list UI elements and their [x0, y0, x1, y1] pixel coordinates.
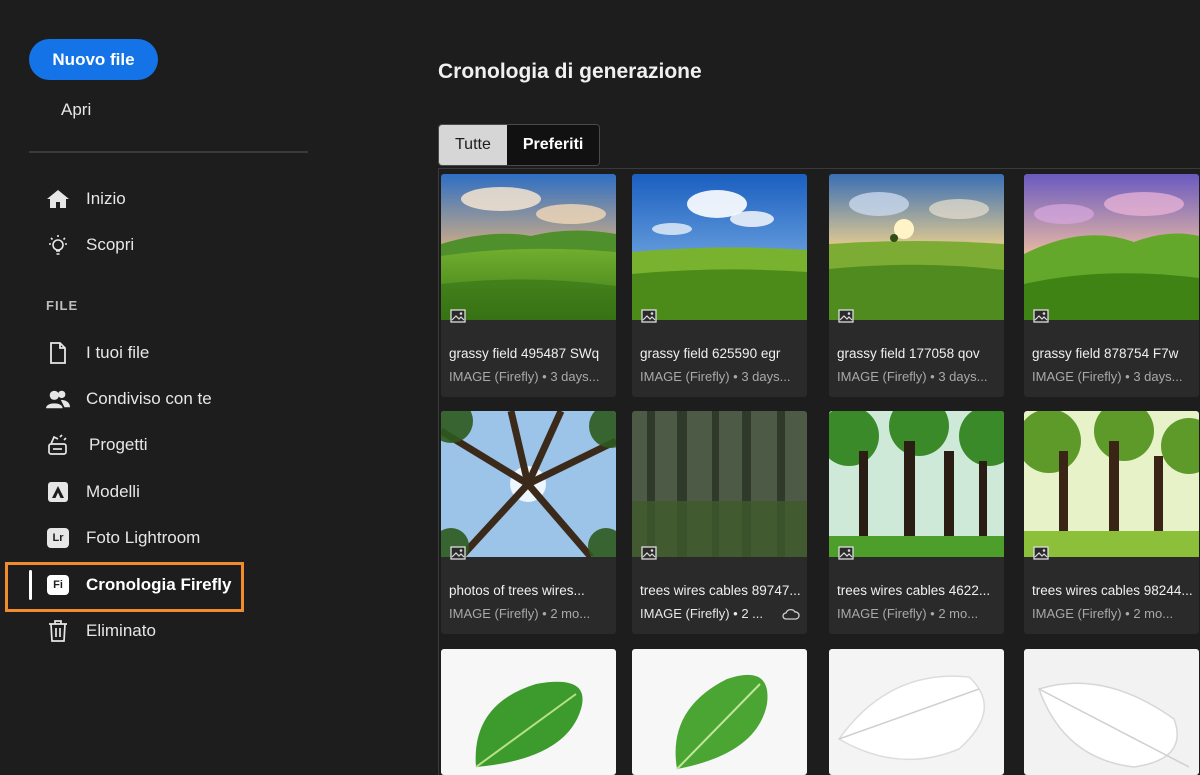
card-meta: IMAGE (Firefly) • 2 ...	[640, 606, 764, 621]
card-meta: IMAGE (Firefly) • 2 mo...	[1032, 606, 1174, 621]
card-title: photos of trees wires...	[449, 583, 585, 598]
card-meta: IMAGE (Firefly) • 2 mo...	[837, 606, 979, 621]
thumbnail-leaf	[441, 649, 616, 775]
image-type-icon	[450, 309, 466, 323]
sidebar-item-shared[interactable]: Condiviso con te	[46, 384, 212, 414]
history-card[interactable]: trees wires cables 4622... IMAGE (Firefl…	[829, 411, 1004, 634]
home-icon	[46, 187, 70, 211]
history-card[interactable]	[829, 649, 1004, 775]
open-link[interactable]: Apri	[61, 100, 91, 120]
sidebar-item-label: Condiviso con te	[86, 389, 212, 408]
card-meta: IMAGE (Firefly) • 3 days...	[837, 369, 987, 384]
card-title: grassy field 625590 egr	[640, 346, 781, 361]
sidebar-divider	[29, 151, 308, 153]
thumbnail-leaf	[1024, 649, 1199, 775]
projects-icon	[46, 433, 70, 457]
card-meta: IMAGE (Firefly) • 3 days...	[449, 369, 599, 384]
file-icon	[46, 341, 70, 365]
history-card[interactable]: trees wires cables 89747... IMAGE (Firef…	[632, 411, 807, 634]
tab-all[interactable]: Tutte	[439, 125, 507, 165]
history-card[interactable]	[1024, 649, 1199, 775]
card-title: grassy field 495487 SWq	[449, 346, 600, 361]
sidebar-item-firefly-history[interactable]: Fi Cronologia Firefly	[46, 570, 231, 600]
image-type-icon	[450, 546, 466, 560]
sidebar-item-discover[interactable]: Scopri	[46, 230, 134, 260]
sidebar-item-label: I tuoi file	[86, 343, 150, 362]
trash-icon	[46, 619, 70, 643]
thumbnail-field	[632, 174, 807, 320]
history-card[interactable]	[441, 649, 616, 775]
card-meta: IMAGE (Firefly) • 2 mo...	[449, 606, 591, 621]
sidebar-item-label: Cronologia Firefly	[86, 575, 232, 594]
sidebar-item-deleted[interactable]: Eliminato	[46, 616, 156, 646]
card-title: grassy field 177058 qov	[837, 346, 980, 361]
history-card[interactable]: photos of trees wires... IMAGE (Firefly)…	[441, 411, 616, 634]
lightbulb-icon	[46, 233, 70, 257]
image-type-icon	[1033, 309, 1049, 323]
image-type-icon	[838, 546, 854, 560]
sidebar-item-label: Progetti	[89, 435, 148, 454]
sidebar-item-label: Inizio	[86, 189, 126, 208]
sidebar-item-label: Scopri	[86, 235, 135, 254]
sidebar-item-label: Modelli	[86, 482, 140, 501]
templates-icon	[46, 480, 70, 504]
thumbnail-field	[441, 174, 616, 320]
thumbnail-trees	[829, 411, 1004, 557]
lightroom-badge: Lr	[47, 528, 69, 548]
thumbnail-trees	[1024, 411, 1199, 557]
thumbnail-leaf	[632, 649, 807, 775]
card-title: grassy field 878754 F7w	[1032, 346, 1179, 361]
cloud-sync-icon	[782, 608, 800, 620]
history-card[interactable]: grassy field 495487 SWq IMAGE (Firefly) …	[441, 174, 616, 397]
filter-tabs: Tutte Preferiti	[438, 124, 601, 166]
sidebar-item-label: Foto Lightroom	[86, 528, 201, 547]
card-meta: IMAGE (Firefly) • 3 days...	[1032, 369, 1182, 384]
history-card[interactable]: grassy field 625590 egr IMAGE (Firefly) …	[632, 174, 807, 397]
thumbnail-trees	[441, 411, 616, 557]
history-card[interactable]: grassy field 878754 F7w IMAGE (Firefly) …	[1024, 174, 1199, 397]
card-meta: IMAGE (Firefly) • 3 days...	[640, 369, 790, 384]
section-label-file: FILE	[46, 298, 79, 313]
thumbnail-trees	[632, 411, 807, 557]
card-title: trees wires cables 98244...	[1032, 583, 1193, 598]
lightroom-icon: Lr	[46, 526, 70, 550]
page-title: Cronologia di generazione	[438, 60, 702, 83]
card-title: trees wires cables 4622...	[837, 583, 991, 598]
image-type-icon	[641, 546, 657, 560]
sidebar-item-home[interactable]: Inizio	[46, 184, 126, 214]
sidebar-item-projects[interactable]: Progetti	[46, 430, 148, 460]
sidebar-item-lightroom[interactable]: Lr Foto Lightroom	[46, 523, 200, 553]
thumbnail-leaf	[829, 649, 1004, 775]
image-type-icon	[838, 309, 854, 323]
people-icon	[46, 387, 70, 411]
history-card[interactable]: trees wires cables 98244... IMAGE (Firef…	[1024, 411, 1199, 634]
image-type-icon	[1033, 546, 1049, 560]
sidebar: Nuovo file Apri Inizio Scopri FILE I tuo…	[0, 0, 330, 775]
thumbnail-field	[1024, 174, 1199, 320]
firefly-icon: Fi	[46, 573, 70, 597]
sidebar-item-label: Eliminato	[86, 621, 156, 640]
thumbnail-field	[829, 174, 1004, 320]
image-type-icon	[641, 309, 657, 323]
new-file-button[interactable]: Nuovo file	[29, 39, 158, 80]
sidebar-item-templates[interactable]: Modelli	[46, 477, 140, 507]
card-title: trees wires cables 89747...	[640, 583, 801, 598]
history-card[interactable]	[632, 649, 807, 775]
history-card[interactable]: grassy field 177058 qov IMAGE (Firefly) …	[829, 174, 1004, 397]
sidebar-item-your-files[interactable]: I tuoi file	[46, 338, 149, 368]
firefly-badge: Fi	[47, 575, 69, 595]
tab-favorites[interactable]: Preferiti	[506, 125, 600, 165]
